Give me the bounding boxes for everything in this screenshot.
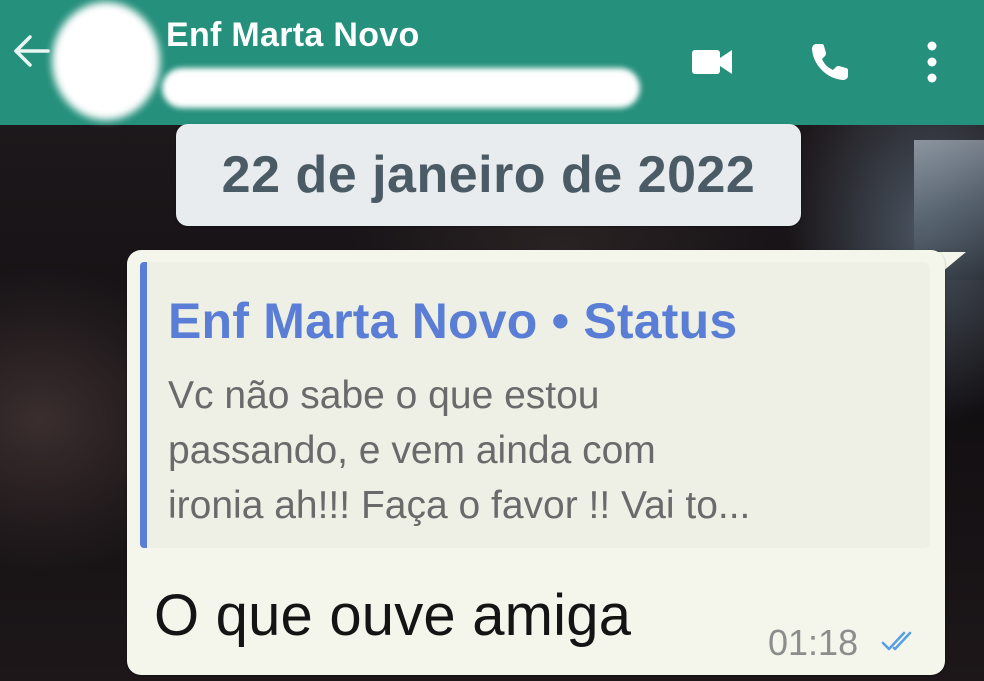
chat-header: Enf Marta Novo xyxy=(0,0,984,125)
contact-status-redacted xyxy=(162,68,640,108)
phone-icon[interactable] xyxy=(806,38,854,86)
phone-icon-graphic xyxy=(812,44,848,80)
arrow-left-icon-graphic xyxy=(14,35,50,67)
message-text: O que ouve amiga xyxy=(154,583,632,648)
quoted-line: passando, e vem ainda com xyxy=(168,429,656,472)
date-label: 22 de janeiro de 2022 xyxy=(221,146,756,204)
avatar[interactable] xyxy=(52,2,160,120)
double-check-icon-graphic xyxy=(881,631,912,651)
quote-accent-bar xyxy=(140,262,147,548)
quoted-text: Vc não sabe o que estou passando, e vem … xyxy=(168,368,908,533)
quoted-line: Vc não sabe o que estou xyxy=(168,374,600,417)
vertical-dots-icon-graphic xyxy=(927,41,937,83)
quoted-line: ironia ah!!! Faça o favor !! Vai to... xyxy=(168,484,751,527)
contact-name[interactable]: Enf Marta Novo xyxy=(166,16,420,55)
message-time: 01:18 xyxy=(768,622,859,663)
date-chip: 22 de janeiro de 2022 xyxy=(176,124,801,226)
double-check-icon xyxy=(880,626,920,656)
vertical-dots-icon[interactable] xyxy=(912,38,952,86)
arrow-left-icon[interactable] xyxy=(10,30,52,72)
video-camera-icon[interactable] xyxy=(688,38,736,86)
quoted-title: Enf Marta Novo • Status xyxy=(168,293,738,349)
video-camera-icon-graphic xyxy=(692,50,732,74)
